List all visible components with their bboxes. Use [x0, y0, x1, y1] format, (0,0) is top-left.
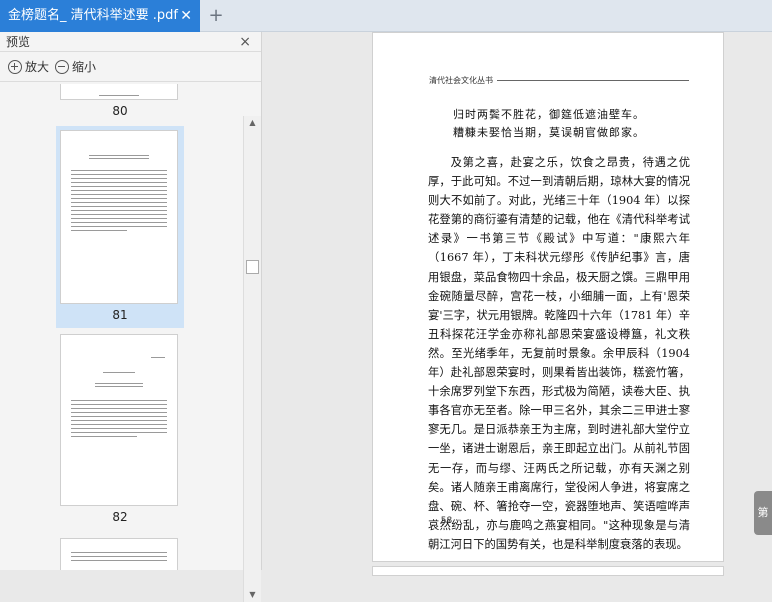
zoom-out-button[interactable]: 缩小 — [55, 58, 96, 75]
thumbnail-item[interactable] — [60, 538, 180, 570]
close-icon[interactable]: × — [239, 32, 251, 52]
preview-sidebar: 预览 × 放大 缩小 80 81 82 ▲ ▼ — [0, 32, 262, 602]
zoom-in-button[interactable]: 放大 — [8, 58, 49, 75]
thumbnail-label: 82 — [112, 510, 128, 524]
tab-bar: 金榜题名_ 清代科举述要 .pdf ✕ + — [0, 0, 772, 32]
scroll-up-icon[interactable]: ▲ — [244, 116, 261, 130]
page-number: · 58 · — [435, 516, 458, 526]
next-page — [372, 566, 724, 576]
thumbnail-page — [60, 538, 178, 570]
zoom-out-icon — [55, 59, 70, 74]
thumbnail-page — [60, 334, 178, 506]
document-page: 清代社会文化丛书 归时两鬓不胜花，御筵低遮油壁车。 糟糠未娶恰当期，莫误朝官做郎… — [372, 32, 724, 562]
poem-line: 归时两鬓不胜花，御筵低遮油壁车。 — [453, 108, 645, 121]
new-tab-button[interactable]: + — [205, 0, 227, 32]
poem-line: 糟糠未娶恰当期，莫误朝官做郎家。 — [453, 126, 645, 139]
zoom-in-icon — [8, 59, 22, 74]
thumbnail-label: 80 — [112, 104, 128, 118]
sidebar-scrollbar[interactable]: ▲ ▼ — [243, 116, 261, 602]
document-view: 清代社会文化丛书 归时两鬓不胜花，御筵低遮油壁车。 糟糠未娶恰当期，莫误朝官做郎… — [262, 32, 772, 576]
sidebar-title: 预览 — [6, 35, 31, 49]
document-tab[interactable]: 金榜题名_ 清代科举述要 .pdf ✕ — [0, 0, 200, 32]
thumbnail-item[interactable]: 82 — [60, 334, 180, 524]
thumbnail-page — [60, 84, 178, 100]
page-header: 清代社会文化丛书 — [429, 75, 689, 86]
scroll-down-icon[interactable]: ▼ — [244, 588, 261, 602]
sidebar-header: 预览 × — [0, 32, 261, 52]
thumbnail-list: 80 81 82 — [0, 84, 243, 570]
thumbnail-item[interactable]: 80 — [60, 84, 180, 118]
close-icon[interactable]: ✕ — [180, 0, 192, 32]
side-panel-tab[interactable]: 第 — [754, 491, 772, 535]
sidebar-toolbar: 放大 缩小 — [0, 52, 261, 82]
zoom-in-label: 放大 — [25, 60, 50, 74]
page-header-text: 清代社会文化丛书 — [429, 76, 493, 85]
tab-title: 金榜题名_ 清代科举述要 .pdf — [8, 8, 178, 23]
thumbnail-item[interactable]: 81 — [56, 126, 184, 328]
scrollbar-thumb[interactable] — [246, 260, 259, 274]
thumbnail-page — [60, 130, 178, 304]
zoom-out-label: 缩小 — [72, 60, 97, 74]
body-text: 及第之喜，赴宴之乐，饮食之昂贵，待遇之优厚，于此可知。不过一到清朝后期，琼林大宴… — [428, 156, 690, 551]
thumbnail-label: 81 — [112, 308, 128, 322]
